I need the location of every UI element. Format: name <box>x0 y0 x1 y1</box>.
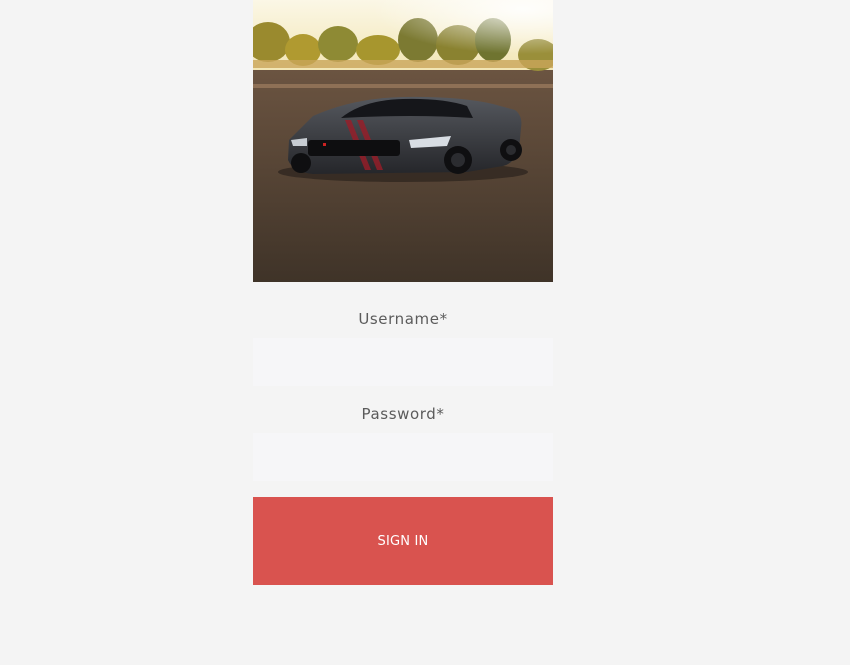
username-label: Username* <box>358 310 448 328</box>
username-input[interactable] <box>253 338 553 386</box>
password-input[interactable] <box>253 433 553 481</box>
login-page: Username* Password* SIGN IN <box>0 0 850 665</box>
password-label: Password* <box>361 405 445 423</box>
sports-car-photo <box>253 0 553 282</box>
login-column: Username* Password* SIGN IN <box>253 0 553 585</box>
sign-in-button[interactable]: SIGN IN <box>253 497 553 585</box>
